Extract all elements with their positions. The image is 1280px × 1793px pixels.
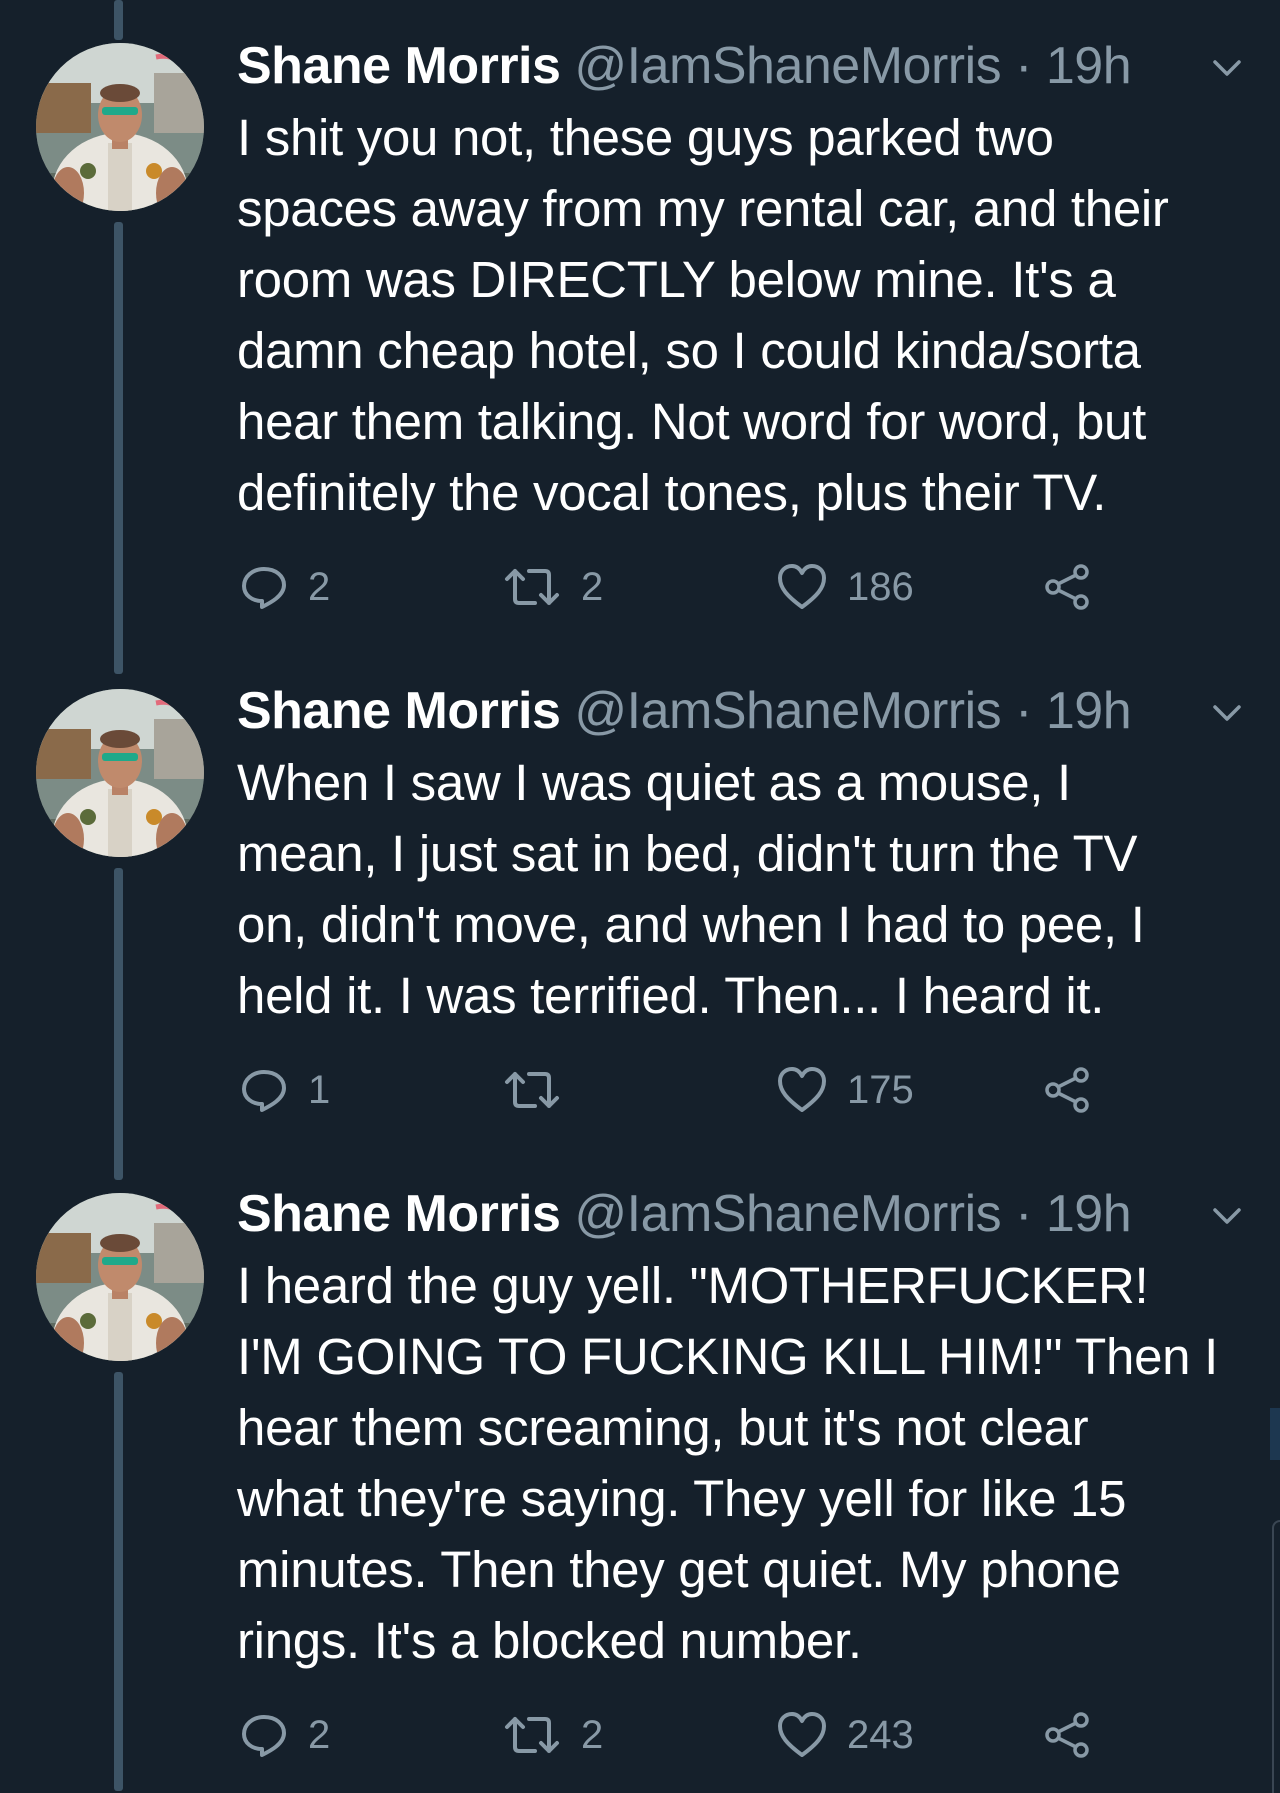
- like-count: 186: [847, 564, 914, 609]
- avatar-image: [36, 689, 204, 857]
- heart-icon: [778, 1067, 826, 1112]
- heart-icon: [778, 1712, 826, 1757]
- share-button[interactable]: [1043, 1705, 1091, 1765]
- retweet-count: 2: [581, 1712, 604, 1757]
- heart-icon: [778, 564, 826, 609]
- reply-button[interactable]: 2: [240, 557, 330, 617]
- chevron-down-icon[interactable]: [1207, 693, 1247, 733]
- like-button[interactable]: 186: [777, 557, 914, 617]
- author-name[interactable]: Shane Morris: [237, 37, 561, 95]
- author-name[interactable]: Shane Morris: [237, 682, 561, 740]
- like-count: 175: [847, 1067, 914, 1112]
- retweet-button[interactable]: [503, 1060, 581, 1120]
- retweet-icon: [505, 1717, 559, 1753]
- tweet-header: Shane Morris @IamShaneMorris · 19h: [237, 1178, 1247, 1250]
- avatar[interactable]: [36, 689, 204, 857]
- chevron-down-icon[interactable]: [1207, 1196, 1247, 1236]
- scroll-indicator[interactable]: [1270, 1408, 1280, 1460]
- reply-button[interactable]: 2: [240, 1705, 330, 1765]
- author-handle[interactable]: @IamShaneMorris: [574, 1185, 1001, 1243]
- tweet-text: I heard the guy yell. "MOTHERFUCKER! I'M…: [237, 1257, 1218, 1669]
- avatar[interactable]: [36, 1193, 204, 1361]
- thread-line-2: [114, 868, 123, 1180]
- reply-icon: [242, 567, 286, 609]
- like-count: 243: [847, 1712, 914, 1757]
- retweet-button[interactable]: 2: [503, 1705, 603, 1765]
- chevron-down-icon[interactable]: [1207, 48, 1247, 88]
- reply-count: 2: [308, 1712, 331, 1757]
- share-button[interactable]: [1043, 1060, 1091, 1120]
- retweet-icon: [505, 569, 559, 605]
- scrollbar-track[interactable]: [1272, 1520, 1280, 1793]
- tweet-text: I shit you not, these guys parked two sp…: [237, 109, 1169, 521]
- author-handle[interactable]: @IamShaneMorris: [574, 682, 1001, 740]
- avatar-image: [36, 1193, 204, 1361]
- reply-button[interactable]: 1: [240, 1060, 330, 1120]
- timestamp[interactable]: 19h: [1046, 1185, 1132, 1243]
- reply-icon: [242, 1070, 286, 1112]
- thread-line-3: [114, 1372, 123, 1791]
- share-icon: [1045, 1712, 1089, 1758]
- share-icon: [1045, 564, 1089, 610]
- separator-dot: ·: [1015, 1185, 1032, 1243]
- tweet-header: Shane Morris @IamShaneMorris · 19h: [237, 675, 1247, 747]
- share-icon: [1045, 1067, 1089, 1113]
- tweet-header: Shane Morris @IamShaneMorris · 19h: [237, 30, 1247, 102]
- separator-dot: ·: [1015, 37, 1032, 95]
- timestamp[interactable]: 19h: [1046, 682, 1132, 740]
- like-button[interactable]: 243: [777, 1705, 914, 1765]
- thread-line-top: [114, 0, 123, 40]
- reply-count: 2: [308, 564, 331, 609]
- like-button[interactable]: 175: [777, 1060, 914, 1120]
- reply-count: 1: [308, 1067, 331, 1112]
- avatar[interactable]: [36, 43, 204, 211]
- author-handle[interactable]: @IamShaneMorris: [574, 37, 1001, 95]
- thread-line-1: [114, 222, 123, 674]
- share-button[interactable]: [1043, 557, 1091, 617]
- tweet-text: When I saw I was quiet as a mouse, I mea…: [237, 754, 1145, 1024]
- separator-dot: ·: [1015, 682, 1032, 740]
- retweet-count: 2: [581, 564, 604, 609]
- retweet-button[interactable]: 2: [503, 557, 603, 617]
- timestamp[interactable]: 19h: [1046, 37, 1132, 95]
- retweet-icon: [505, 1072, 559, 1108]
- avatar-image: [36, 43, 204, 211]
- reply-icon: [242, 1715, 286, 1757]
- author-name[interactable]: Shane Morris: [237, 1185, 561, 1243]
